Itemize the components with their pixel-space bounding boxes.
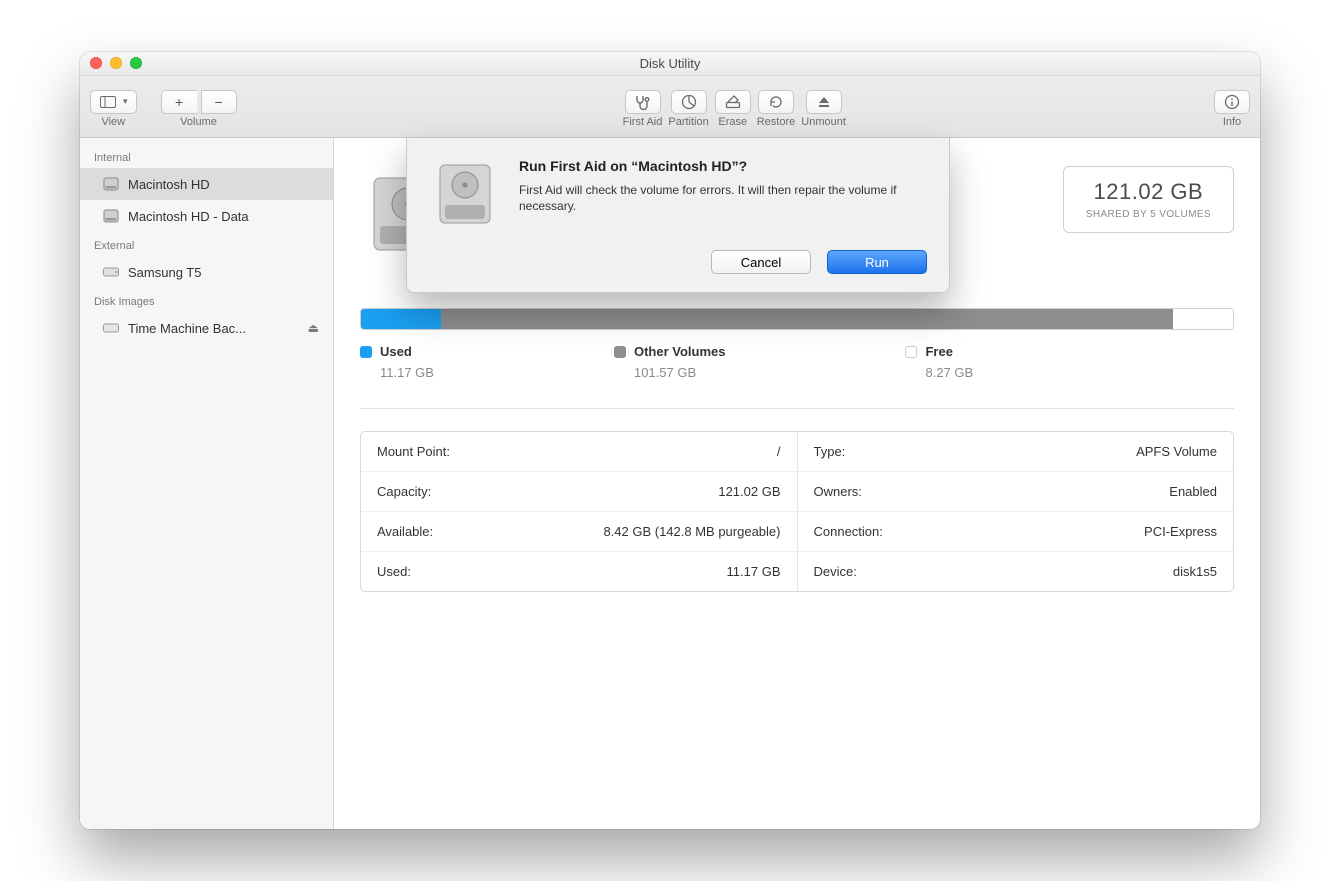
sidebar-head-diskimages: Disk Images: [80, 288, 333, 312]
window-title: Disk Utility: [640, 56, 701, 71]
info-icon: [1223, 93, 1241, 111]
detail-row: Capacity:121.02 GB: [361, 472, 797, 512]
legend-used: Used 11.17 GB: [360, 344, 434, 380]
info-button[interactable]: [1214, 90, 1250, 114]
sidebar-icon: [99, 93, 117, 111]
usage-seg-free: [1173, 309, 1233, 329]
swatch-used: [360, 346, 372, 358]
legend-free: Free 8.27 GB: [905, 344, 973, 380]
titlebar: Disk Utility: [80, 52, 1260, 76]
partition-button[interactable]: [671, 90, 707, 114]
legend-used-label: Used: [380, 344, 412, 359]
swatch-free: [905, 346, 917, 358]
sidebar-item-label: Macintosh HD - Data: [128, 209, 249, 224]
disk-image-icon: [102, 319, 120, 337]
partition-label: Partition: [668, 116, 708, 128]
view-label: View: [101, 116, 125, 128]
sidebar-head-external: External: [80, 232, 333, 256]
dialog-title: Run First Aid on “Macintosh HD”?: [519, 158, 927, 174]
legend-other-value: 101.57 GB: [614, 365, 726, 380]
disk-utility-window: Disk Utility ▾ View + −: [80, 52, 1260, 829]
external-drive-icon: [102, 263, 120, 281]
details-table: Mount Point:/ Capacity:121.02 GB Availab…: [360, 431, 1234, 592]
usage-section: Used 11.17 GB Other Volumes 101.57 GB Fr…: [360, 308, 1234, 380]
legend-other: Other Volumes 101.57 GB: [614, 344, 726, 380]
usage-seg-used: [361, 309, 441, 329]
usage-bar: [360, 308, 1234, 330]
eject-icon[interactable]: ⏏: [308, 321, 319, 335]
info-label: Info: [1223, 116, 1241, 128]
size-box: 121.02 GB SHARED BY 5 VOLUMES: [1063, 166, 1234, 233]
zoom-window-button[interactable]: [130, 57, 142, 69]
plus-icon: +: [175, 94, 183, 110]
minimize-window-button[interactable]: [110, 57, 122, 69]
erase-label: Erase: [718, 116, 747, 128]
detail-row: Type:APFS Volume: [798, 432, 1234, 472]
volume-remove-button[interactable]: −: [201, 90, 237, 114]
sidebar-item-macintosh-hd-data[interactable]: Macintosh HD - Data: [80, 200, 333, 232]
sidebar-item-label: Samsung T5: [128, 265, 201, 280]
volume-size: 121.02 GB: [1086, 179, 1211, 205]
unmount-button[interactable]: [806, 90, 842, 114]
restore-button[interactable]: [758, 90, 794, 114]
stethoscope-icon: [634, 93, 652, 111]
window-controls: [90, 57, 142, 69]
cancel-button[interactable]: Cancel: [711, 250, 811, 274]
swatch-other: [614, 346, 626, 358]
drive-icon: [102, 175, 120, 193]
sidebar-item-macintosh-hd[interactable]: Macintosh HD: [80, 168, 333, 200]
detail-row: Owners:Enabled: [798, 472, 1234, 512]
chevron-down-icon: ▾: [123, 96, 128, 107]
legend-free-label: Free: [925, 344, 952, 359]
first-aid-dialog: Run First Aid on “Macintosh HD”? First A…: [406, 138, 950, 293]
erase-icon: [724, 93, 742, 111]
detail-row: Used:11.17 GB: [361, 552, 797, 591]
drive-icon: [102, 207, 120, 225]
erase-button[interactable]: [715, 90, 751, 114]
sidebar-item-label: Macintosh HD: [128, 177, 210, 192]
restore-icon: [767, 93, 785, 111]
divider: [360, 408, 1234, 409]
sidebar-item-samsung-t5[interactable]: Samsung T5: [80, 256, 333, 288]
volume-label: Volume: [180, 116, 217, 128]
close-window-button[interactable]: [90, 57, 102, 69]
minus-icon: −: [214, 94, 222, 110]
eject-icon: [815, 93, 833, 111]
volume-add-button[interactable]: +: [161, 90, 197, 114]
legend-free-value: 8.27 GB: [905, 365, 973, 380]
legend-other-label: Other Volumes: [634, 344, 726, 359]
pie-icon: [680, 93, 698, 111]
detail-row: Device:disk1s5: [798, 552, 1234, 591]
dialog-body: First Aid will check the volume for erro…: [519, 182, 927, 214]
toolbar: ▾ View + − Volume First A: [80, 76, 1260, 138]
details-col-left: Mount Point:/ Capacity:121.02 GB Availab…: [361, 432, 798, 591]
run-button[interactable]: Run: [827, 250, 927, 274]
usage-legend: Used 11.17 GB Other Volumes 101.57 GB Fr…: [360, 344, 1234, 380]
detail-row: Connection:PCI-Express: [798, 512, 1234, 552]
usage-seg-other: [441, 309, 1173, 329]
unmount-label: Unmount: [801, 116, 846, 128]
detail-row: Available:8.42 GB (142.8 MB purgeable): [361, 512, 797, 552]
sidebar-item-time-machine-backup[interactable]: Time Machine Bac... ⏏: [80, 312, 333, 344]
first-aid-label: First Aid: [623, 116, 663, 128]
legend-used-value: 11.17 GB: [360, 365, 434, 380]
detail-row: Mount Point:/: [361, 432, 797, 472]
volume-shared: SHARED BY 5 VOLUMES: [1086, 209, 1211, 220]
sidebar-head-internal: Internal: [80, 144, 333, 168]
sidebar-item-label: Time Machine Bac...: [128, 321, 246, 336]
first-aid-button[interactable]: [625, 90, 661, 114]
dialog-drive-icon: [429, 158, 501, 230]
sidebar: Internal Macintosh HD Macintosh HD - Dat…: [80, 138, 334, 829]
details-col-right: Type:APFS Volume Owners:Enabled Connecti…: [798, 432, 1234, 591]
view-button[interactable]: ▾: [90, 90, 137, 114]
restore-label: Restore: [757, 116, 796, 128]
